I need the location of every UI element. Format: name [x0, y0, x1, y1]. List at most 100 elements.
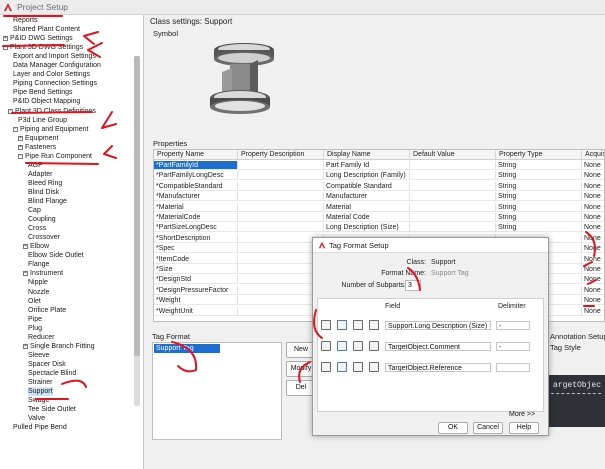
grid-cell[interactable]: [238, 202, 324, 212]
grid-cell[interactable]: Long Description (Family): [324, 171, 410, 181]
grid-cell[interactable]: *ShortDescription: [154, 233, 238, 243]
grid-cell[interactable]: String: [496, 161, 582, 170]
grid-cell[interactable]: Manufacturer: [324, 192, 410, 202]
tree-item[interactable]: Reducer: [28, 333, 54, 342]
grid-cell[interactable]: None: [582, 275, 604, 285]
grid-cell[interactable]: None: [582, 171, 604, 181]
subpart-field[interactable]: TargetObject.Comment: [385, 342, 491, 351]
subpart-field[interactable]: TargetObject.Reference: [385, 363, 491, 372]
column-header[interactable]: Display Name: [324, 150, 410, 160]
grid-cell[interactable]: [238, 213, 324, 222]
add-subpart-icon[interactable]: [369, 320, 379, 330]
grid-cell[interactable]: None: [582, 192, 604, 202]
help-button[interactable]: Help: [509, 422, 539, 434]
tree-item[interactable]: Pipe: [28, 315, 42, 324]
grid-cell[interactable]: None: [582, 255, 604, 264]
subpart-delimiter[interactable]: [496, 363, 530, 372]
format-name-value[interactable]: Support Tag: [431, 270, 469, 277]
grid-cell[interactable]: String: [496, 181, 582, 191]
tag-format-item[interactable]: Support Tag: [154, 344, 220, 353]
grid-cell[interactable]: [238, 181, 324, 191]
tree-item[interactable]: Cap: [28, 206, 41, 215]
format-icon[interactable]: [337, 341, 347, 351]
grid-cell[interactable]: [410, 213, 496, 222]
insert-field-icon[interactable]: [321, 320, 331, 330]
tree-item[interactable]: Spectacle Blind: [28, 369, 76, 378]
grid-cell[interactable]: [410, 161, 496, 170]
tree-item[interactable]: P&ID Object Mapping: [13, 97, 80, 106]
grid-cell[interactable]: *PartSizeLongDesc: [154, 223, 238, 233]
column-header[interactable]: Property Name: [154, 150, 238, 160]
grid-cell[interactable]: [410, 181, 496, 191]
grid-cell[interactable]: *ItemCode: [154, 254, 238, 264]
tree-item[interactable]: AGP: [28, 161, 43, 170]
grid-cell[interactable]: None: [582, 223, 604, 233]
expand-icon[interactable]: +: [23, 343, 28, 349]
tree-item[interactable]: Elbow Side Outlet: [28, 251, 84, 260]
grid-cell[interactable]: [410, 192, 496, 202]
column-header[interactable]: Property Type: [496, 150, 582, 160]
edit-icon[interactable]: [353, 320, 363, 330]
grid-cell[interactable]: Compatible Standard: [324, 181, 410, 191]
grid-cell[interactable]: None: [582, 182, 604, 191]
tree-item[interactable]: + P&ID DWG Settings: [3, 34, 73, 43]
expand-icon[interactable]: +: [23, 244, 28, 250]
grid-cell[interactable]: *DesignStd: [154, 275, 238, 285]
expand-icon[interactable]: +: [18, 144, 23, 150]
grid-cell[interactable]: String: [496, 213, 582, 222]
grid-cell[interactable]: [238, 171, 324, 181]
tree-item[interactable]: Cross: [28, 224, 46, 233]
grid-cell[interactable]: String: [496, 192, 582, 202]
grid-cell[interactable]: None: [582, 213, 604, 222]
collapse-icon[interactable]: -: [13, 126, 18, 132]
grid-cell[interactable]: String: [496, 171, 582, 181]
more-button[interactable]: More >>: [509, 410, 543, 421]
tree-item[interactable]: Support: [28, 387, 53, 397]
tree-item[interactable]: + Elbow: [23, 242, 49, 251]
subpart-field[interactable]: Support.Long Description (Size): [385, 321, 491, 330]
grid-cell[interactable]: *Weight: [154, 296, 238, 306]
grid-cell[interactable]: *DesignPressureFactor: [154, 285, 238, 295]
format-icon[interactable]: [337, 320, 347, 330]
grid-cell[interactable]: *Material: [154, 202, 238, 212]
grid-cell[interactable]: None: [582, 307, 604, 316]
tree-item[interactable]: Strainer: [28, 378, 53, 387]
tree-item[interactable]: - Pipe Run Component: [18, 152, 92, 161]
grid-cell[interactable]: None: [582, 244, 604, 254]
tree-item[interactable]: Spacer Disk: [28, 360, 66, 369]
grid-cell[interactable]: *MaterialCode: [154, 213, 238, 222]
add-subpart-icon[interactable]: [369, 341, 379, 351]
tree-item[interactable]: Adapter: [28, 170, 53, 179]
tree-item[interactable]: Blind Flange: [28, 197, 67, 206]
tree-item[interactable]: + Instrument: [23, 269, 63, 278]
grid-cell[interactable]: *PartFamilyLongDesc: [154, 171, 238, 181]
tree-item[interactable]: + Fasteners: [18, 143, 56, 152]
tree-item[interactable]: Plug: [28, 324, 42, 333]
tree-item[interactable]: + Equipment: [18, 134, 58, 143]
tree-item[interactable]: Pulled Pipe Bend: [13, 423, 67, 432]
expand-icon[interactable]: +: [18, 135, 23, 141]
grid-cell[interactable]: None: [582, 286, 604, 295]
ok-button[interactable]: OK: [438, 422, 468, 434]
edit-icon[interactable]: [353, 362, 363, 372]
settings-tree[interactable]: Reports Shared Plant Content + P&ID DWG Set…: [0, 15, 144, 469]
expand-icon[interactable]: +: [23, 271, 28, 277]
tree-item[interactable]: - Plant 3D Class Definitions: [8, 107, 96, 116]
tree-item[interactable]: P3d Line Group: [18, 116, 67, 125]
tree-item[interactable]: Reports: [13, 16, 38, 25]
grid-cell[interactable]: None: [582, 265, 604, 274]
grid-cell[interactable]: Long Description (Size): [324, 223, 410, 233]
tree-item[interactable]: Crossover: [28, 233, 60, 242]
tree-item[interactable]: Layer and Color Settings: [13, 70, 90, 79]
edit-icon[interactable]: [353, 341, 363, 351]
add-subpart-icon[interactable]: [369, 362, 379, 372]
collapse-icon[interactable]: -: [8, 108, 13, 114]
tree-item[interactable]: - Piping and Equipment: [13, 125, 89, 134]
insert-field-icon[interactable]: [321, 362, 331, 372]
grid-cell[interactable]: [238, 161, 324, 170]
tree-item[interactable]: Bleed Ring: [28, 179, 62, 188]
tree-item[interactable]: Orifice Plate: [28, 306, 66, 315]
tree-item[interactable]: Sleeve: [28, 351, 49, 360]
tree-scrollbar-thumb[interactable]: [134, 56, 140, 356]
grid-cell[interactable]: [410, 202, 496, 212]
